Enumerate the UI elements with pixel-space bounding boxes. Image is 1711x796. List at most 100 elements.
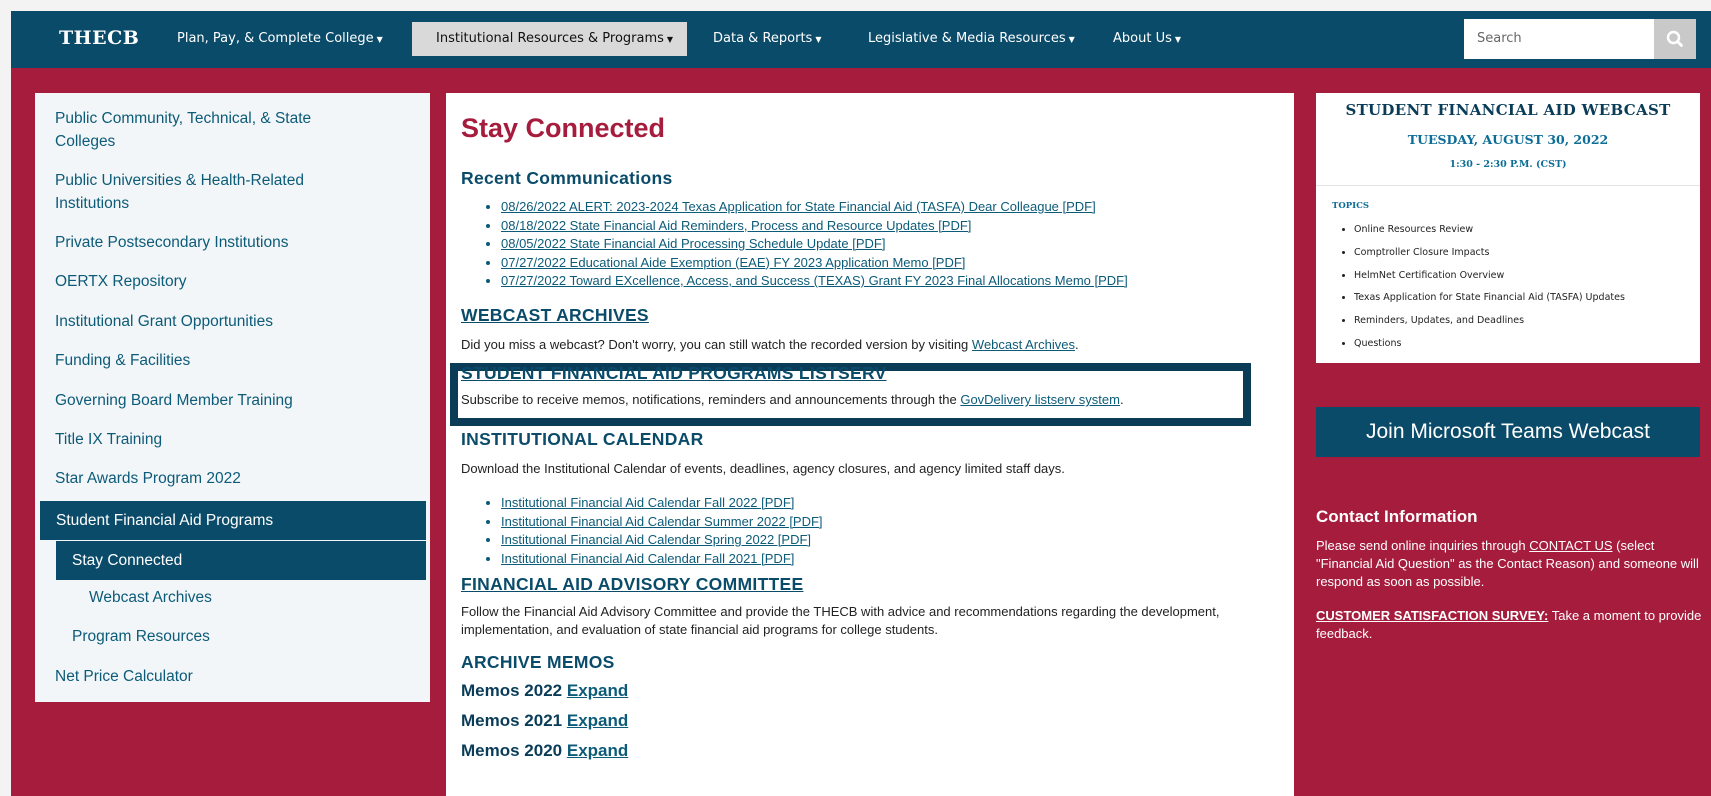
list-item: 08/26/2022 ALERT: 2023-2024 Texas Applic…	[501, 198, 1128, 217]
list-item: 07/27/2022 Toward EXcellence, Access, an…	[501, 272, 1128, 291]
webcast-text: Did you miss a webcast? Don't worry, you…	[461, 337, 972, 352]
sidebar-item-webcast-archives[interactable]: Webcast Archives	[35, 586, 430, 609]
sidebar-item-star-awards[interactable]: Star Awards Program 2022	[35, 467, 430, 490]
nav-institutional-resources[interactable]: Institutional Resources & Programs ▼	[412, 22, 687, 56]
webcast-topics-list: Online Resources Review Comptroller Clos…	[1332, 219, 1625, 356]
list-item: 07/27/2022 Educational Aide Exemption (E…	[501, 254, 1128, 273]
nav-label: Legislative & Media Resources	[868, 31, 1066, 46]
calendar-link[interactable]: Institutional Financial Aid Calendar Spr…	[501, 532, 811, 547]
memo-label: Memos 2020	[461, 741, 563, 760]
nav-label: Data & Reports	[713, 31, 813, 46]
nav-label: About Us	[1113, 31, 1172, 46]
list-item: Online Resources Review	[1354, 219, 1625, 242]
contact-information-heading: Contact Information	[1316, 507, 1478, 526]
caret-down-icon: ▼	[1068, 35, 1075, 44]
webcast-flyer-time: 1:30 - 2:30 P.M. (CST)	[1449, 159, 1567, 170]
institutional-calendar-text: Download the Institutional Calendar of e…	[461, 461, 1065, 476]
calendar-list: Institutional Financial Aid Calendar Fal…	[461, 494, 823, 568]
main-content: Stay Connected Recent Communications 08/…	[446, 93, 1294, 796]
list-item: HelmNet Certification Overview	[1354, 265, 1625, 288]
expand-link[interactable]: Expand	[567, 681, 628, 700]
thecb-logo[interactable]: THECB	[59, 27, 139, 49]
webcast-archives-link[interactable]: Webcast Archives	[972, 337, 1075, 352]
sidebar-item-public-community[interactable]: Public Community, Technical, & State Col…	[35, 107, 345, 153]
webcast-topics-label: TOPICS	[1332, 201, 1370, 211]
search-button[interactable]	[1654, 19, 1696, 59]
punctuation: .	[1075, 337, 1079, 352]
sidebar-item-oertx[interactable]: OERTX Repository	[35, 270, 430, 293]
webcast-flyer-date: TUESDAY, AUGUST 30, 2022	[1407, 132, 1609, 147]
webcast-flyer-title: STUDENT FINANCIAL AID WEBCAST	[1345, 101, 1671, 119]
sidebar-item-student-financial-aid[interactable]: Student Financial Aid Programs	[40, 501, 426, 540]
recent-communication-link[interactable]: 08/05/2022 State Financial Aid Processin…	[501, 236, 885, 251]
webcast-flyer[interactable]: STUDENT FINANCIAL AID WEBCAST TUESDAY, A…	[1316, 93, 1700, 363]
list-item: Reminders, Updates, and Deadlines	[1354, 310, 1625, 333]
archive-memos-heading: ARCHIVE MEMOS	[461, 652, 615, 672]
top-navigation: THECB Plan, Pay, & Complete College ▼ Ins…	[11, 11, 1711, 68]
calendar-link[interactable]: Institutional Financial Aid Calendar Fal…	[501, 551, 794, 566]
memo-label: Memos 2021	[461, 711, 563, 730]
list-item: Comptroller Closure Impacts	[1354, 242, 1625, 265]
institutional-calendar-heading: INSTITUTIONAL CALENDAR	[461, 429, 704, 449]
join-teams-webcast-button[interactable]: Join Microsoft Teams Webcast	[1316, 407, 1700, 457]
expand-link[interactable]: Expand	[567, 711, 628, 730]
list-item: Texas Application for State Financial Ai…	[1354, 287, 1625, 310]
memos-2022-row: Memos 2022 Expand	[461, 681, 628, 701]
webcast-archives-text: Did you miss a webcast? Don't worry, you…	[461, 336, 1079, 354]
customer-satisfaction-survey-link[interactable]: CUSTOMER SATISFACTION SURVEY:	[1316, 608, 1548, 623]
contact-us-link[interactable]: CONTACT US	[1529, 538, 1612, 553]
advisory-committee-heading[interactable]: FINANCIAL AID ADVISORY COMMITTEE	[461, 574, 803, 595]
list-item: Institutional Financial Aid Calendar Sum…	[501, 513, 823, 532]
sidebar-item-private-postsecondary[interactable]: Private Postsecondary Institutions	[35, 231, 430, 254]
nav-about-us[interactable]: About Us ▼	[1101, 22, 1193, 56]
advisory-committee-text: Follow the Financial Aid Advisory Commit…	[461, 604, 1220, 637]
list-item: Institutional Financial Aid Calendar Fal…	[501, 494, 823, 513]
nav-data-reports[interactable]: Data & Reports ▼	[701, 22, 833, 56]
memos-2021-row: Memos 2021 Expand	[461, 711, 628, 731]
search-input[interactable]: Search	[1464, 19, 1654, 59]
memo-label: Memos 2022	[461, 681, 563, 700]
recent-communication-link[interactable]: 07/27/2022 Educational Aide Exemption (E…	[501, 255, 965, 270]
list-item: Questions	[1354, 333, 1625, 356]
page-frame: THECB Plan, Pay, & Complete College ▼ Ins…	[11, 11, 1711, 796]
sidebar-item-title-ix[interactable]: Title IX Training	[35, 428, 430, 451]
webcast-archives-heading[interactable]: WEBCAST ARCHIVES	[461, 305, 649, 326]
nav-legislative-media[interactable]: Legislative & Media Resources ▼	[856, 22, 1087, 56]
contact-paragraph: Please send online inquiries through CON…	[1316, 537, 1708, 591]
contact-text: Please send online inquiries through	[1316, 538, 1530, 553]
sidebar-item-funding-facilities[interactable]: Funding & Facilities	[35, 349, 430, 372]
sidebar-item-net-price-calculator[interactable]: Net Price Calculator	[35, 665, 430, 688]
recent-communication-link[interactable]: 08/26/2022 ALERT: 2023-2024 Texas Applic…	[501, 199, 1096, 214]
sidebar-item-program-resources[interactable]: Program Resources	[35, 625, 430, 648]
govdelivery-link[interactable]: GovDelivery listserv system	[960, 392, 1120, 407]
sidebar-item-stay-connected[interactable]: Stay Connected	[56, 541, 426, 580]
list-item: 08/18/2022 State Financial Aid Reminders…	[501, 217, 1128, 236]
nav-label: Plan, Pay, & Complete College	[177, 31, 374, 46]
sidebar-item-board-training[interactable]: Governing Board Member Training	[35, 389, 430, 412]
page-title: Stay Connected	[461, 113, 666, 143]
listserv-heading[interactable]: STUDENT FINANCIAL AID PROGRAMS LISTSERV	[461, 363, 887, 384]
sidebar-item-grant-opportunities[interactable]: Institutional Grant Opportunities	[35, 310, 430, 333]
caret-down-icon: ▼	[815, 35, 822, 44]
survey-paragraph: CUSTOMER SATISFACTION SURVEY: Take a mom…	[1316, 607, 1708, 643]
punctuation: .	[1119, 392, 1124, 407]
sidebar-nav: Public Community, Technical, & State Col…	[35, 93, 430, 702]
caret-down-icon: ▼	[376, 35, 383, 44]
recent-communication-link[interactable]: 07/27/2022 Toward EXcellence, Access, an…	[501, 273, 1128, 288]
memos-2020-row: Memos 2020 Expand	[461, 741, 628, 761]
list-item: Institutional Financial Aid Calendar Spr…	[501, 531, 823, 550]
nav-plan-pay-complete[interactable]: Plan, Pay, & Complete College ▼	[165, 22, 395, 56]
nav-label: Institutional Resources & Programs	[436, 31, 664, 46]
expand-link[interactable]: Expand	[567, 741, 628, 760]
caret-down-icon: ▼	[1174, 35, 1182, 44]
calendar-link[interactable]: Institutional Financial Aid Calendar Sum…	[501, 514, 823, 529]
listserv-description: Subscribe to receive memos, notification…	[461, 392, 961, 407]
recent-communications-list: 08/26/2022 ALERT: 2023-2024 Texas Applic…	[461, 198, 1128, 291]
sidebar-item-public-universities[interactable]: Public Universities & Health-Related Ins…	[35, 169, 345, 215]
search-icon	[1666, 30, 1683, 47]
calendar-link[interactable]: Institutional Financial Aid Calendar Fal…	[501, 495, 794, 510]
recent-communication-link[interactable]: 08/18/2022 State Financial Aid Reminders…	[501, 218, 971, 233]
list-item: Institutional Financial Aid Calendar Fal…	[501, 550, 823, 569]
listserv-text: Subscribe to receive memos, notification…	[461, 391, 1124, 409]
recent-communications-heading: Recent Communications	[461, 168, 673, 188]
